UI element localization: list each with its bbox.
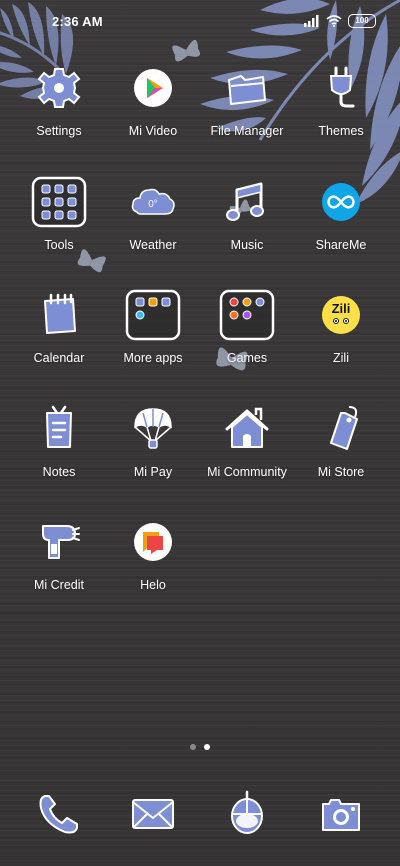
zili-logo-icon: Zili bbox=[317, 291, 365, 339]
app-label: Notes bbox=[42, 464, 76, 479]
app-label: Settings bbox=[36, 124, 82, 138]
music-note-icon bbox=[223, 178, 271, 226]
dock-phone[interactable] bbox=[12, 790, 106, 838]
app-games-folder[interactable]: Games bbox=[200, 289, 294, 403]
status-time: 2:36 AM bbox=[52, 14, 103, 29]
app-label: Mi Video bbox=[128, 124, 178, 138]
tag-icon bbox=[317, 405, 365, 453]
parachute-icon bbox=[129, 405, 177, 453]
phone-icon bbox=[35, 790, 83, 838]
app-more-apps-folder[interactable]: More apps bbox=[106, 289, 200, 403]
app-label: Tools bbox=[44, 237, 74, 252]
app-label: Mi Store bbox=[317, 464, 365, 479]
chat-bubble-icon bbox=[129, 518, 177, 566]
page-dot-2-active[interactable] bbox=[204, 744, 210, 750]
camera-icon bbox=[317, 790, 365, 838]
weather-temperature: 0° bbox=[148, 199, 158, 210]
app-mi-community[interactable]: Mi Community bbox=[200, 403, 294, 517]
app-settings[interactable]: Settings bbox=[12, 62, 106, 176]
folder-icon bbox=[223, 64, 271, 112]
dock-camera[interactable] bbox=[294, 790, 388, 838]
app-label: Themes bbox=[318, 124, 364, 138]
folder-grid-icon bbox=[219, 289, 275, 341]
signal-icon bbox=[304, 15, 319, 27]
play-icon bbox=[129, 64, 177, 112]
wifi-icon bbox=[326, 15, 342, 27]
plug-icon bbox=[317, 64, 365, 112]
dock-messages[interactable] bbox=[106, 790, 200, 838]
app-notes[interactable]: Notes bbox=[12, 403, 106, 517]
hairdryer-icon bbox=[35, 518, 83, 566]
app-grid: Settings Mi Video File Manager Themes To… bbox=[12, 62, 388, 630]
app-label: Mi Community bbox=[207, 464, 287, 479]
dock-browser[interactable] bbox=[200, 790, 294, 838]
notes-icon bbox=[35, 405, 83, 453]
app-zili[interactable]: Zili Zili bbox=[294, 289, 388, 403]
page-indicator bbox=[0, 744, 400, 750]
app-label: Zili bbox=[333, 351, 349, 365]
infinity-icon bbox=[317, 178, 365, 226]
battery-indicator: 100 bbox=[348, 14, 376, 28]
app-label: Calendar bbox=[33, 351, 85, 365]
app-mi-pay[interactable]: Mi Pay bbox=[106, 403, 200, 517]
app-mi-video[interactable]: Mi Video bbox=[106, 62, 200, 176]
status-icons: 100 bbox=[304, 12, 376, 30]
app-label: Helo bbox=[140, 578, 166, 592]
app-shareme[interactable]: ShareMe bbox=[294, 176, 388, 290]
app-label: Mi Credit bbox=[33, 578, 84, 592]
mouse-icon bbox=[223, 790, 271, 838]
app-calendar[interactable]: Calendar bbox=[12, 289, 106, 403]
app-label: More apps bbox=[123, 351, 183, 365]
folder-grid-icon bbox=[125, 289, 181, 341]
app-weather[interactable]: 0° Weather bbox=[106, 176, 200, 290]
app-label: Music bbox=[230, 237, 264, 252]
status-bar: 2:36 AM 100 bbox=[0, 0, 400, 44]
calendar-icon bbox=[35, 291, 83, 339]
app-label: Mi Pay bbox=[133, 464, 173, 479]
app-music[interactable]: Music bbox=[200, 176, 294, 290]
app-file-manager[interactable]: File Manager bbox=[200, 62, 294, 176]
app-label: File Manager bbox=[210, 124, 284, 138]
mail-icon bbox=[129, 790, 177, 838]
zili-logo-text: Zili bbox=[332, 301, 351, 316]
app-tools-folder[interactable]: Tools bbox=[12, 176, 106, 290]
page-dot-1[interactable] bbox=[190, 744, 196, 750]
app-label: Games bbox=[226, 351, 268, 365]
house-icon bbox=[223, 405, 271, 453]
dock bbox=[12, 790, 388, 838]
app-mi-credit[interactable]: Mi Credit bbox=[12, 516, 106, 630]
app-mi-store[interactable]: Mi Store bbox=[294, 403, 388, 517]
app-helo[interactable]: Helo bbox=[106, 516, 200, 630]
app-label: ShareMe bbox=[315, 237, 367, 252]
cloud-icon: 0° bbox=[129, 178, 177, 226]
gear-icon bbox=[35, 64, 83, 112]
app-themes[interactable]: Themes bbox=[294, 62, 388, 176]
folder-grid-icon bbox=[31, 176, 87, 227]
app-label: Weather bbox=[129, 237, 177, 252]
